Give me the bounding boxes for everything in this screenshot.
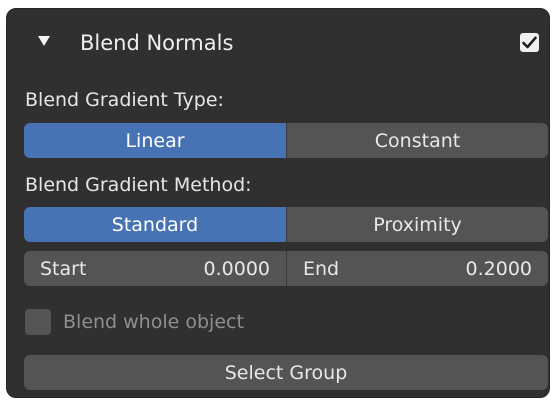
gradient-type-constant-button[interactable]: Constant	[286, 123, 548, 158]
gradient-type-selector: Linear Constant	[24, 123, 548, 158]
blend-whole-object-label: Blend whole object	[63, 311, 244, 333]
panel-title: Blend Normals	[80, 31, 234, 55]
start-value: 0.0000	[203, 257, 270, 280]
blend-whole-object-row: Blend whole object	[25, 307, 244, 337]
enable-checkbox[interactable]	[520, 33, 539, 52]
end-label: End	[303, 257, 340, 280]
triangle-down-icon[interactable]	[38, 36, 50, 46]
blend-normals-panel: Blend Normals Blend Gradient Type: Linea…	[6, 8, 550, 398]
gradient-method-proximity-button[interactable]: Proximity	[286, 207, 548, 242]
start-field[interactable]: Start 0.0000	[24, 251, 286, 286]
end-field[interactable]: End 0.2000	[286, 251, 548, 286]
checkmark-icon	[522, 36, 537, 49]
end-value: 0.2000	[465, 257, 532, 280]
start-label: Start	[40, 257, 87, 280]
panel-header[interactable]: Blend Normals	[7, 9, 549, 73]
gradient-method-label: Blend Gradient Method:	[25, 174, 252, 196]
gradient-method-standard-button[interactable]: Standard	[24, 207, 286, 242]
gradient-method-selector: Standard Proximity	[24, 207, 548, 242]
select-group-button[interactable]: Select Group	[24, 355, 548, 390]
range-row: Start 0.0000 End 0.2000	[24, 251, 548, 286]
gradient-type-label: Blend Gradient Type:	[25, 89, 224, 111]
gradient-type-linear-button[interactable]: Linear	[24, 123, 286, 158]
blend-whole-object-checkbox[interactable]	[25, 309, 51, 335]
